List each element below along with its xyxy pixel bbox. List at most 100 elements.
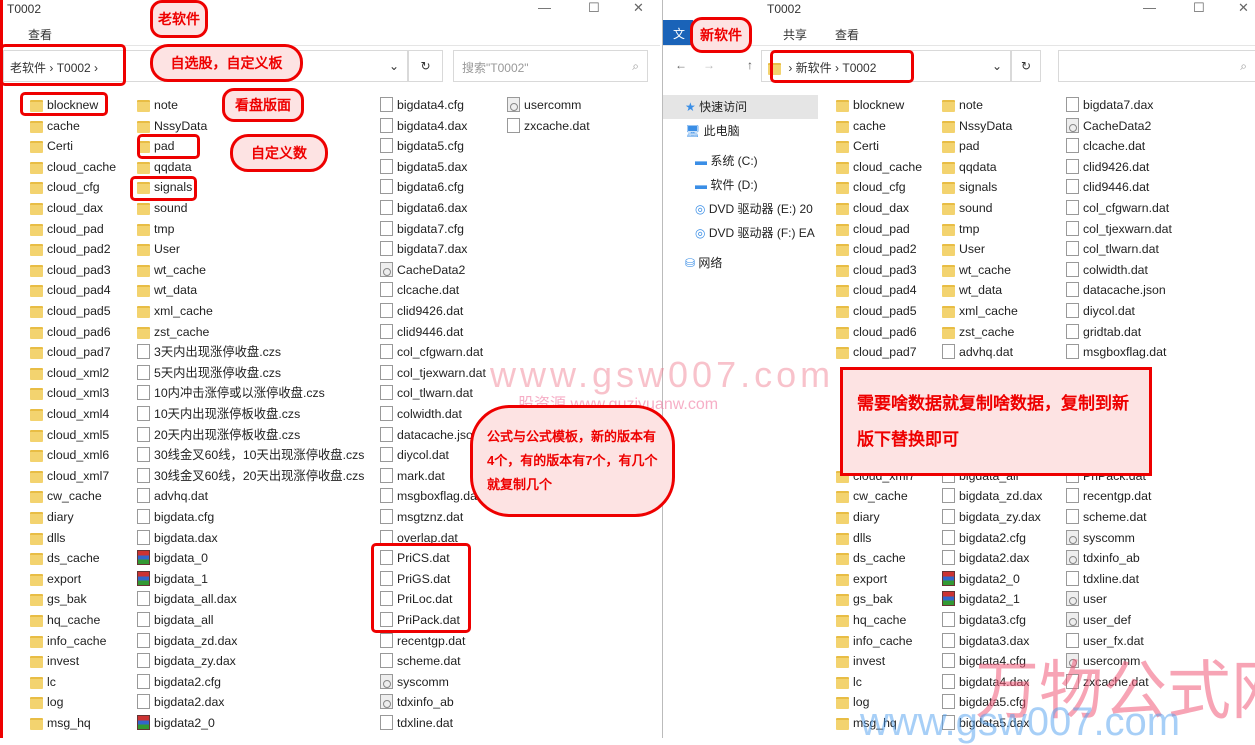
folder-item[interactable]: cloud_xml4 (30, 404, 109, 424)
file-item[interactable]: user_def (1066, 610, 1131, 630)
folder-item[interactable]: hq_cache (30, 610, 100, 630)
folder-item[interactable]: cw_cache (30, 486, 102, 506)
nav-item[interactable]: ▬ 系统 (C:) (663, 149, 818, 173)
file-item[interactable]: CacheData2 (380, 260, 465, 280)
folder-item[interactable]: NssyData (942, 116, 1012, 136)
file-item[interactable]: bigdata3.cfg (942, 610, 1026, 630)
folder-item[interactable]: cloud_xml2 (30, 363, 109, 383)
file-item[interactable]: msgtznz.dat (380, 507, 463, 527)
folder-item[interactable]: cloud_pad3 (30, 260, 111, 280)
folder-item[interactable]: cloud_pad2 (836, 239, 917, 259)
folder-item[interactable]: info_cache (836, 631, 912, 651)
file-item[interactable]: diycol.dat (380, 445, 449, 465)
file-item[interactable]: 10天内出现涨停板收盘.czs (137, 404, 300, 424)
folder-item[interactable]: User (137, 239, 180, 259)
folder-item[interactable]: wt_data (942, 280, 1002, 300)
nav-item[interactable]: 🖥 此电脑 (663, 119, 818, 143)
search-input[interactable]: 搜索"T0002" ⌕ (453, 50, 648, 82)
file-item[interactable]: bigdata_0 (137, 548, 208, 568)
folder-item[interactable]: cache (30, 116, 80, 136)
file-item[interactable]: tdxline.dat (1066, 569, 1139, 589)
file-item[interactable]: bigdata4.dax (380, 116, 467, 136)
folder-item[interactable]: cloud_cfg (30, 177, 100, 197)
folder-item[interactable]: cloud_pad6 (30, 322, 111, 342)
file-item[interactable]: colwidth.dat (380, 404, 462, 424)
file-item[interactable]: datacache.json (1066, 280, 1166, 300)
folder-item[interactable]: cache (836, 116, 886, 136)
folder-item[interactable]: wt_cache (137, 260, 206, 280)
nav-item[interactable]: ⛁ 网络 (663, 251, 818, 275)
folder-item[interactable]: qqdata (942, 157, 997, 177)
file-item[interactable]: bigdata.dax (137, 528, 218, 548)
tab-share[interactable]: 共享 (783, 26, 807, 43)
file-item[interactable]: syscomm (380, 672, 449, 692)
tab-file[interactable]: 文 (663, 20, 693, 45)
file-item[interactable]: CacheData2 (1066, 116, 1151, 136)
folder-item[interactable]: log (836, 692, 869, 712)
file-item[interactable]: col_tjexwarn.dat (1066, 219, 1172, 239)
file-item[interactable]: syscomm (1066, 528, 1135, 548)
close-button[interactable]: ✕ (633, 0, 644, 16)
file-item[interactable]: zxcache.dat (1066, 672, 1149, 692)
nav-item[interactable]: ◎ DVD 驱动器 (E:) 20 (663, 197, 818, 221)
file-item[interactable]: clid9446.dat (1066, 177, 1149, 197)
folder-item[interactable]: wt_data (137, 280, 197, 300)
folder-item[interactable]: log (30, 692, 63, 712)
folder-item[interactable]: ds_cache (836, 548, 906, 568)
file-item[interactable]: bigdata2.dax (942, 548, 1029, 568)
file-item[interactable]: usercomm (1066, 651, 1140, 671)
nav-item[interactable]: ◎ DVD 驱动器 (F:) EA (663, 221, 818, 245)
file-item[interactable]: bigdata6.cfg (380, 177, 464, 197)
file-item[interactable]: bigdata_1 (137, 569, 208, 589)
file-item[interactable]: col_tlwarn.dat (380, 383, 473, 403)
file-item[interactable]: col_tlwarn.dat (1066, 239, 1159, 259)
file-item[interactable]: user_fx.dat (1066, 631, 1144, 651)
file-item[interactable]: clcache.dat (1066, 136, 1145, 156)
folder-item[interactable]: cloud_cache (836, 157, 922, 177)
folder-item[interactable]: export (30, 569, 81, 589)
folder-item[interactable]: ds_cache (30, 548, 100, 568)
folder-item[interactable]: cloud_pad7 (836, 342, 917, 362)
file-item[interactable]: bigdata.cfg (137, 507, 214, 527)
file-item[interactable]: bigdata5.cfg (942, 692, 1026, 712)
folder-item[interactable]: cloud_pad2 (30, 239, 111, 259)
folder-item[interactable]: gs_bak (836, 589, 893, 609)
folder-item[interactable]: cloud_xml3 (30, 383, 109, 403)
file-item[interactable]: tdxline.dat (380, 713, 453, 733)
folder-item[interactable]: tmp (942, 219, 980, 239)
folder-item[interactable]: signals (942, 177, 997, 197)
folder-item[interactable]: gs_bak (30, 589, 87, 609)
file-item[interactable]: 30线金叉60线，20天出现涨停收盘.czs (137, 466, 364, 486)
folder-item[interactable]: cloud_pad4 (836, 280, 917, 300)
folder-item[interactable]: cloud_pad6 (836, 322, 917, 342)
file-item[interactable]: bigdata2.dax (137, 692, 224, 712)
folder-item[interactable]: note (137, 95, 178, 115)
folder-item[interactable]: wt_cache (942, 260, 1011, 280)
file-item[interactable]: colwidth.dat (1066, 260, 1148, 280)
file-item[interactable]: advhq.dat (942, 342, 1013, 362)
folder-item[interactable]: msg_hq (30, 713, 91, 733)
minimize-button[interactable]: — (538, 0, 551, 15)
file-item[interactable]: 10内冲击涨停或以涨停收盘.czs (137, 383, 325, 403)
folder-item[interactable]: cw_cache (836, 486, 908, 506)
file-item[interactable]: bigdata7.dax (380, 239, 467, 259)
folder-item[interactable]: lc (836, 672, 862, 692)
folder-item[interactable]: cloud_pad5 (30, 301, 111, 321)
file-item[interactable]: scheme.dat (380, 651, 461, 671)
file-item[interactable]: bigdata5.cfg (380, 136, 464, 156)
file-item[interactable]: col_cfgwarn.dat (380, 342, 483, 362)
file-item[interactable]: bigdata7.dax (1066, 95, 1153, 115)
folder-item[interactable]: hq_cache (836, 610, 906, 630)
nav-item[interactable]: ★ 快速访问 (663, 95, 818, 119)
folder-item[interactable]: Certi (836, 136, 879, 156)
folder-item[interactable]: cloud_cfg (836, 177, 906, 197)
file-item[interactable]: gridtab.dat (1066, 322, 1141, 342)
file-item[interactable]: bigdata4.cfg (380, 95, 464, 115)
file-item[interactable]: col_cfgwarn.dat (1066, 198, 1169, 218)
file-item[interactable]: bigdata_all.dax (137, 589, 237, 609)
folder-item[interactable]: Certi (30, 136, 73, 156)
back-button[interactable]: ← (675, 58, 687, 72)
folder-item[interactable]: lc (30, 672, 56, 692)
file-item[interactable]: bigdata3.dax (942, 631, 1029, 651)
file-item[interactable]: col_tjexwarn.dat (380, 363, 486, 383)
